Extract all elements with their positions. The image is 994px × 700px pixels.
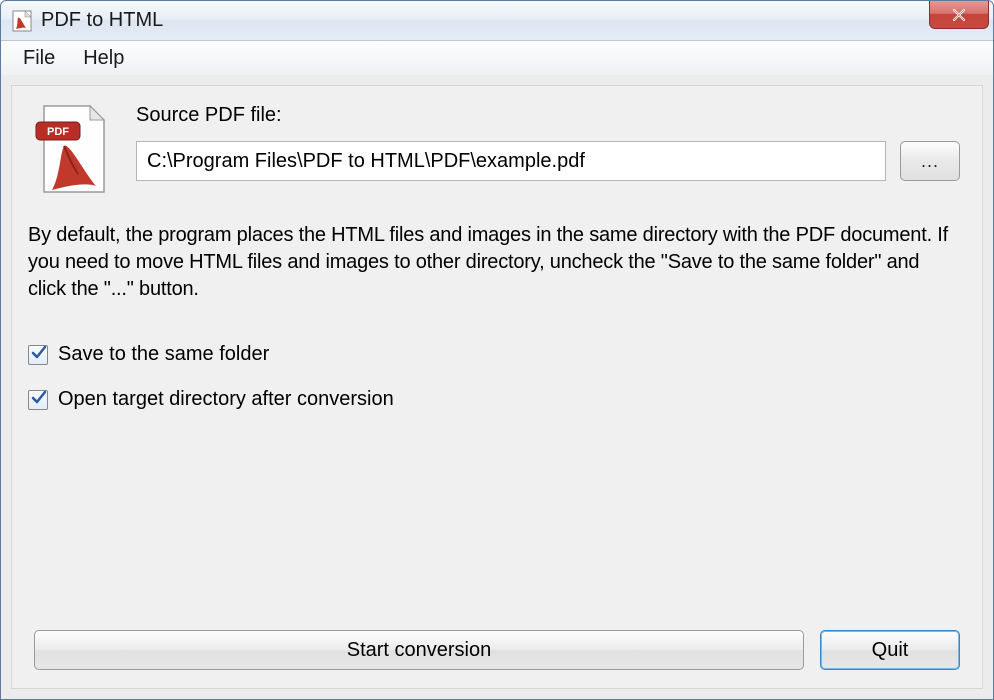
browse-button[interactable]: ... (900, 141, 960, 181)
checkbox-same-folder[interactable] (28, 345, 48, 365)
check-icon (31, 345, 47, 361)
checkbox-same-folder-row: Save to the same folder (28, 343, 960, 366)
close-icon (951, 7, 967, 23)
close-button[interactable] (929, 1, 989, 29)
checkbox-same-folder-label[interactable]: Save to the same folder (58, 343, 269, 366)
app-icon (11, 10, 33, 32)
menubar: File Help (1, 41, 993, 75)
source-file-input[interactable] (136, 141, 886, 181)
titlebar: PDF to HTML (1, 1, 993, 41)
checkbox-open-target-row: Open target directory after conversion (28, 388, 960, 411)
checkbox-open-target[interactable] (28, 390, 48, 410)
menu-help[interactable]: Help (69, 43, 138, 74)
checkbox-open-target-label[interactable]: Open target directory after conversion (58, 388, 394, 411)
source-file-label: Source PDF file: (136, 104, 960, 127)
quit-button[interactable]: Quit (820, 630, 960, 670)
menu-file[interactable]: File (9, 43, 69, 74)
button-row: Start conversion Quit (34, 630, 960, 670)
source-row: PDF Source PDF file: ... (34, 104, 960, 196)
app-window: PDF to HTML File Help PDF (0, 0, 994, 700)
check-icon (31, 390, 47, 406)
svg-text:PDF: PDF (47, 126, 69, 138)
pdf-file-icon: PDF (34, 104, 112, 196)
start-conversion-button[interactable]: Start conversion (34, 630, 804, 670)
window-title: PDF to HTML (41, 9, 163, 32)
client-area: PDF Source PDF file: ... By default, the… (11, 85, 983, 689)
description-text: By default, the program places the HTML … (28, 222, 960, 303)
